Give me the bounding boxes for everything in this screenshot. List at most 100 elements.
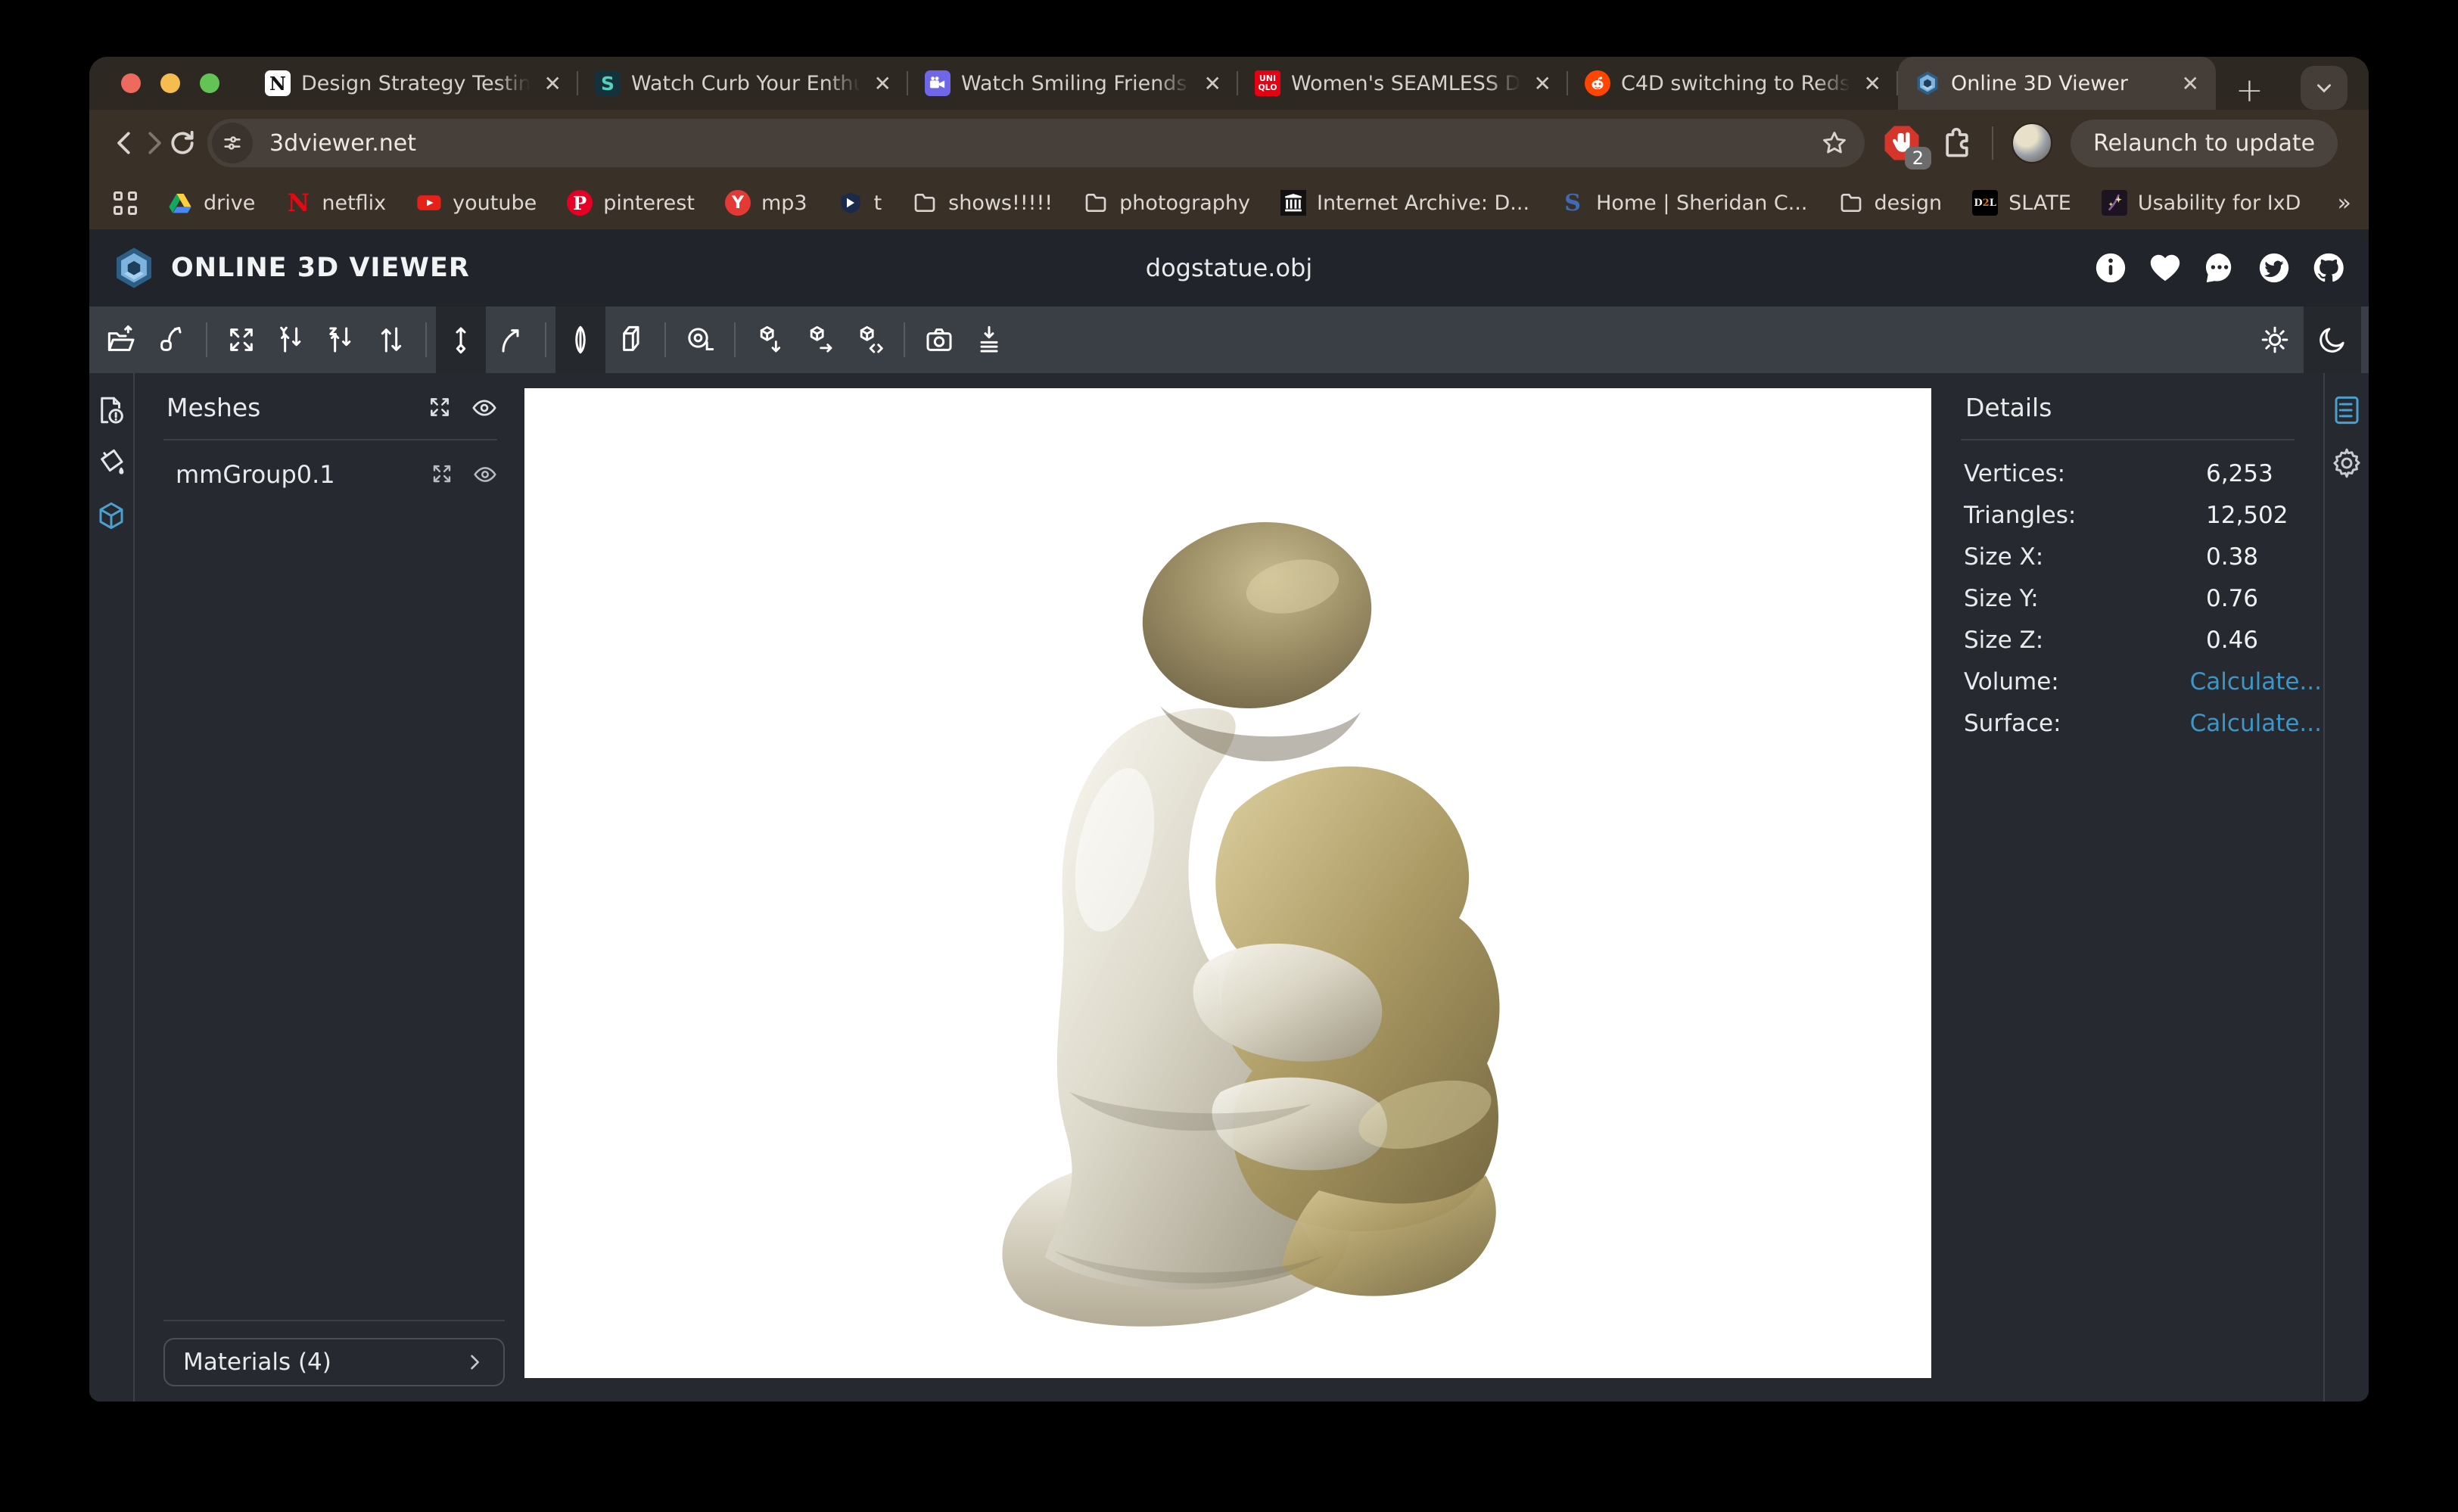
close-icon[interactable]: ✕ (2179, 71, 2202, 96)
fixed-up-axis-button[interactable] (436, 306, 486, 373)
address-bar: 3dviewer.net 2 Relaunch to update ⋮ (89, 110, 2369, 176)
bookmark-mp3[interactable]: Y mp3 (713, 185, 820, 220)
flip-up-vector-button[interactable] (366, 306, 416, 373)
tab-title: Women's SEAMLESS DOV (1291, 72, 1520, 95)
materials-paint-icon[interactable] (95, 447, 127, 479)
calculate-volume-link[interactable]: Calculate... (2190, 668, 2322, 695)
set-y-up-button[interactable] (266, 306, 316, 373)
fit-to-window-button[interactable] (216, 306, 266, 373)
heart-icon[interactable] (2148, 250, 2183, 285)
toggle-all-visibility-eye-icon[interactable] (471, 395, 497, 421)
bookmark-folder-shows[interactable]: shows!!!!! (900, 185, 1065, 220)
tab-title: Design Strategy Testing p (301, 72, 530, 95)
meshes-cube-icon[interactable] (95, 500, 127, 532)
bookmark-folder-photography[interactable]: photography (1071, 185, 1262, 220)
back-button[interactable] (110, 120, 139, 166)
relaunch-button[interactable]: Relaunch to update (2071, 120, 2338, 167)
mesh-name: mmGroup0.1 (176, 460, 431, 489)
tab-search-button[interactable] (2301, 66, 2348, 110)
details-list-icon[interactable] (2331, 394, 2363, 426)
github-icon[interactable] (2311, 250, 2346, 285)
online-3d-viewer-logo-icon (112, 246, 156, 290)
close-icon[interactable]: ✕ (1201, 71, 1224, 96)
solid-display-button[interactable] (605, 306, 655, 373)
bookmark-star-icon[interactable] (1821, 129, 1848, 157)
bookmarks-overflow-button[interactable]: » (2325, 190, 2363, 216)
detail-row-size-z: Size Z: 0.46 (1934, 619, 2322, 661)
tab-strip: N Design Strategy Testing p ✕ S Watch Cu… (248, 57, 2369, 110)
detail-label: Surface: (1964, 710, 2190, 737)
free-orbit-button[interactable] (486, 306, 536, 373)
fit-mesh-icon[interactable] (431, 462, 453, 487)
new-tab-button[interactable]: + (2216, 71, 2283, 110)
profile-avatar[interactable] (2012, 123, 2052, 163)
tab-smiling-friends[interactable]: Watch Smiling Friends Se ✕ (908, 57, 1238, 110)
forward-button[interactable] (139, 120, 168, 166)
bookmark-drive[interactable]: drive (155, 185, 267, 220)
viewer-content: Meshes mmGroup0.1 (89, 373, 2369, 1402)
ixd-icon (2102, 190, 2127, 216)
materials-expander[interactable]: Materials (4) (163, 1338, 505, 1386)
light-theme-button[interactable] (2246, 306, 2304, 373)
settings-gear-icon[interactable] (2331, 447, 2363, 479)
chat-icon[interactable] (2202, 250, 2237, 285)
bookmark-folder-design[interactable]: design (1826, 185, 1955, 220)
reload-button[interactable] (168, 120, 197, 166)
screenshot-button[interactable] (914, 306, 964, 373)
bookmark-netflix[interactable]: N netflix (273, 185, 398, 220)
bookmark-usability-ixd[interactable]: Usability for IxD (2089, 185, 2313, 220)
tab-c4d-redshift[interactable]: C4D switching to Redshift ✕ (1568, 57, 1898, 110)
close-icon[interactable]: ✕ (871, 71, 895, 96)
mesh-visibility-eye-icon[interactable] (473, 462, 497, 487)
mesh-list-item[interactable]: mmGroup0.1 (136, 440, 524, 489)
viewport-3d[interactable] (524, 388, 1931, 1378)
detail-row-surface: Surface: Calculate... (1934, 702, 2322, 744)
materials-label: Materials (4) (183, 1349, 464, 1376)
folder-icon (1083, 190, 1109, 216)
export-download-button[interactable] (745, 306, 795, 373)
bookmark-slate[interactable]: D2L SLATE (1960, 185, 2083, 220)
bookmark-internet-archive[interactable]: Internet Archive: D... (1268, 185, 1542, 220)
bookmark-pinterest[interactable]: P pinterest (555, 185, 707, 220)
site-settings-icon[interactable] (212, 123, 253, 163)
align-ground-button[interactable] (964, 306, 1014, 373)
calculate-surface-link[interactable]: Calculate... (2190, 710, 2322, 737)
close-window-button[interactable] (121, 73, 141, 93)
bookmark-youtube[interactable]: youtube (404, 185, 549, 220)
twitter-icon[interactable] (2257, 250, 2292, 285)
open-url-button[interactable] (147, 306, 197, 373)
close-icon[interactable]: ✕ (1861, 71, 1884, 96)
site-brand[interactable]: ONLINE 3D VIEWER (112, 246, 470, 290)
browser-menu-icon[interactable]: ⋮ (2356, 128, 2369, 158)
bookmark-sheridan[interactable]: S Home | Sheridan C... (1548, 185, 1819, 220)
fit-all-meshes-icon[interactable] (428, 395, 452, 421)
file-info-icon[interactable] (95, 394, 127, 426)
export-embed-button[interactable] (845, 306, 895, 373)
adblock-extension-icon[interactable]: 2 (1881, 123, 1922, 163)
close-icon[interactable]: ✕ (541, 71, 565, 96)
close-icon[interactable]: ✕ (1531, 71, 1554, 96)
tab-curb-your-enthusiasm[interactable]: S Watch Curb Your Enthusia ✕ (578, 57, 908, 110)
apps-grid-icon[interactable] (107, 191, 143, 215)
url-text[interactable]: 3dviewer.net (269, 130, 1821, 157)
edge-display-button[interactable] (555, 306, 605, 373)
open-file-button[interactable] (97, 306, 147, 373)
minimize-window-button[interactable] (160, 73, 180, 93)
omnibox[interactable]: 3dviewer.net (207, 119, 1865, 167)
dark-theme-button[interactable] (2304, 306, 2361, 373)
bookmark-t[interactable]: t (826, 185, 895, 220)
maximize-window-button[interactable] (200, 73, 219, 93)
export-share-button[interactable] (795, 306, 845, 373)
measure-button[interactable] (675, 306, 725, 373)
detail-value: 12,502 (2206, 502, 2288, 529)
extensions-icon[interactable] (1940, 126, 1974, 160)
folder-icon (912, 190, 938, 216)
bookmark-label: Usability for IxD (2138, 191, 2301, 215)
tab-design-strategy[interactable]: N Design Strategy Testing p ✕ (248, 57, 578, 110)
info-icon[interactable] (2093, 250, 2128, 285)
tab-online-3d-viewer[interactable]: Online 3D Viewer ✕ (1898, 57, 2216, 110)
tab-uniqlo[interactable]: UNIQLO Women's SEAMLESS DOV ✕ (1238, 57, 1568, 110)
set-z-up-button[interactable] (316, 306, 366, 373)
video-camera-icon (925, 70, 951, 96)
notion-icon: N (265, 70, 291, 96)
